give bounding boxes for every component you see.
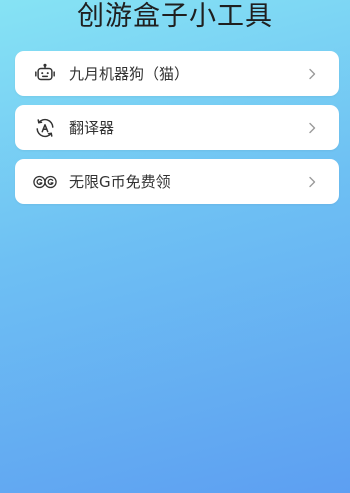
translate-icon — [33, 116, 57, 140]
menu-item-translator[interactable]: 翻译器 — [15, 105, 339, 150]
menu-item-label: 九月机器狗（猫） — [69, 65, 190, 83]
menu-item-free-g-coins[interactable]: 无限G币免费领 — [15, 159, 339, 204]
menu-item-label: 无限G币免费领 — [69, 173, 171, 191]
chevron-right-icon — [305, 67, 319, 81]
menu-item-label: 翻译器 — [69, 119, 115, 137]
tool-menu: 九月机器狗（猫） 翻译器 无限G币免费领 — [15, 51, 339, 213]
page-title: 创游盒子小工具 — [77, 1, 273, 32]
robot-icon — [33, 62, 57, 86]
menu-item-robot-dog[interactable]: 九月机器狗（猫） — [15, 51, 339, 96]
coins-icon — [33, 170, 57, 194]
chevron-right-icon — [305, 175, 319, 189]
chevron-right-icon — [305, 121, 319, 135]
